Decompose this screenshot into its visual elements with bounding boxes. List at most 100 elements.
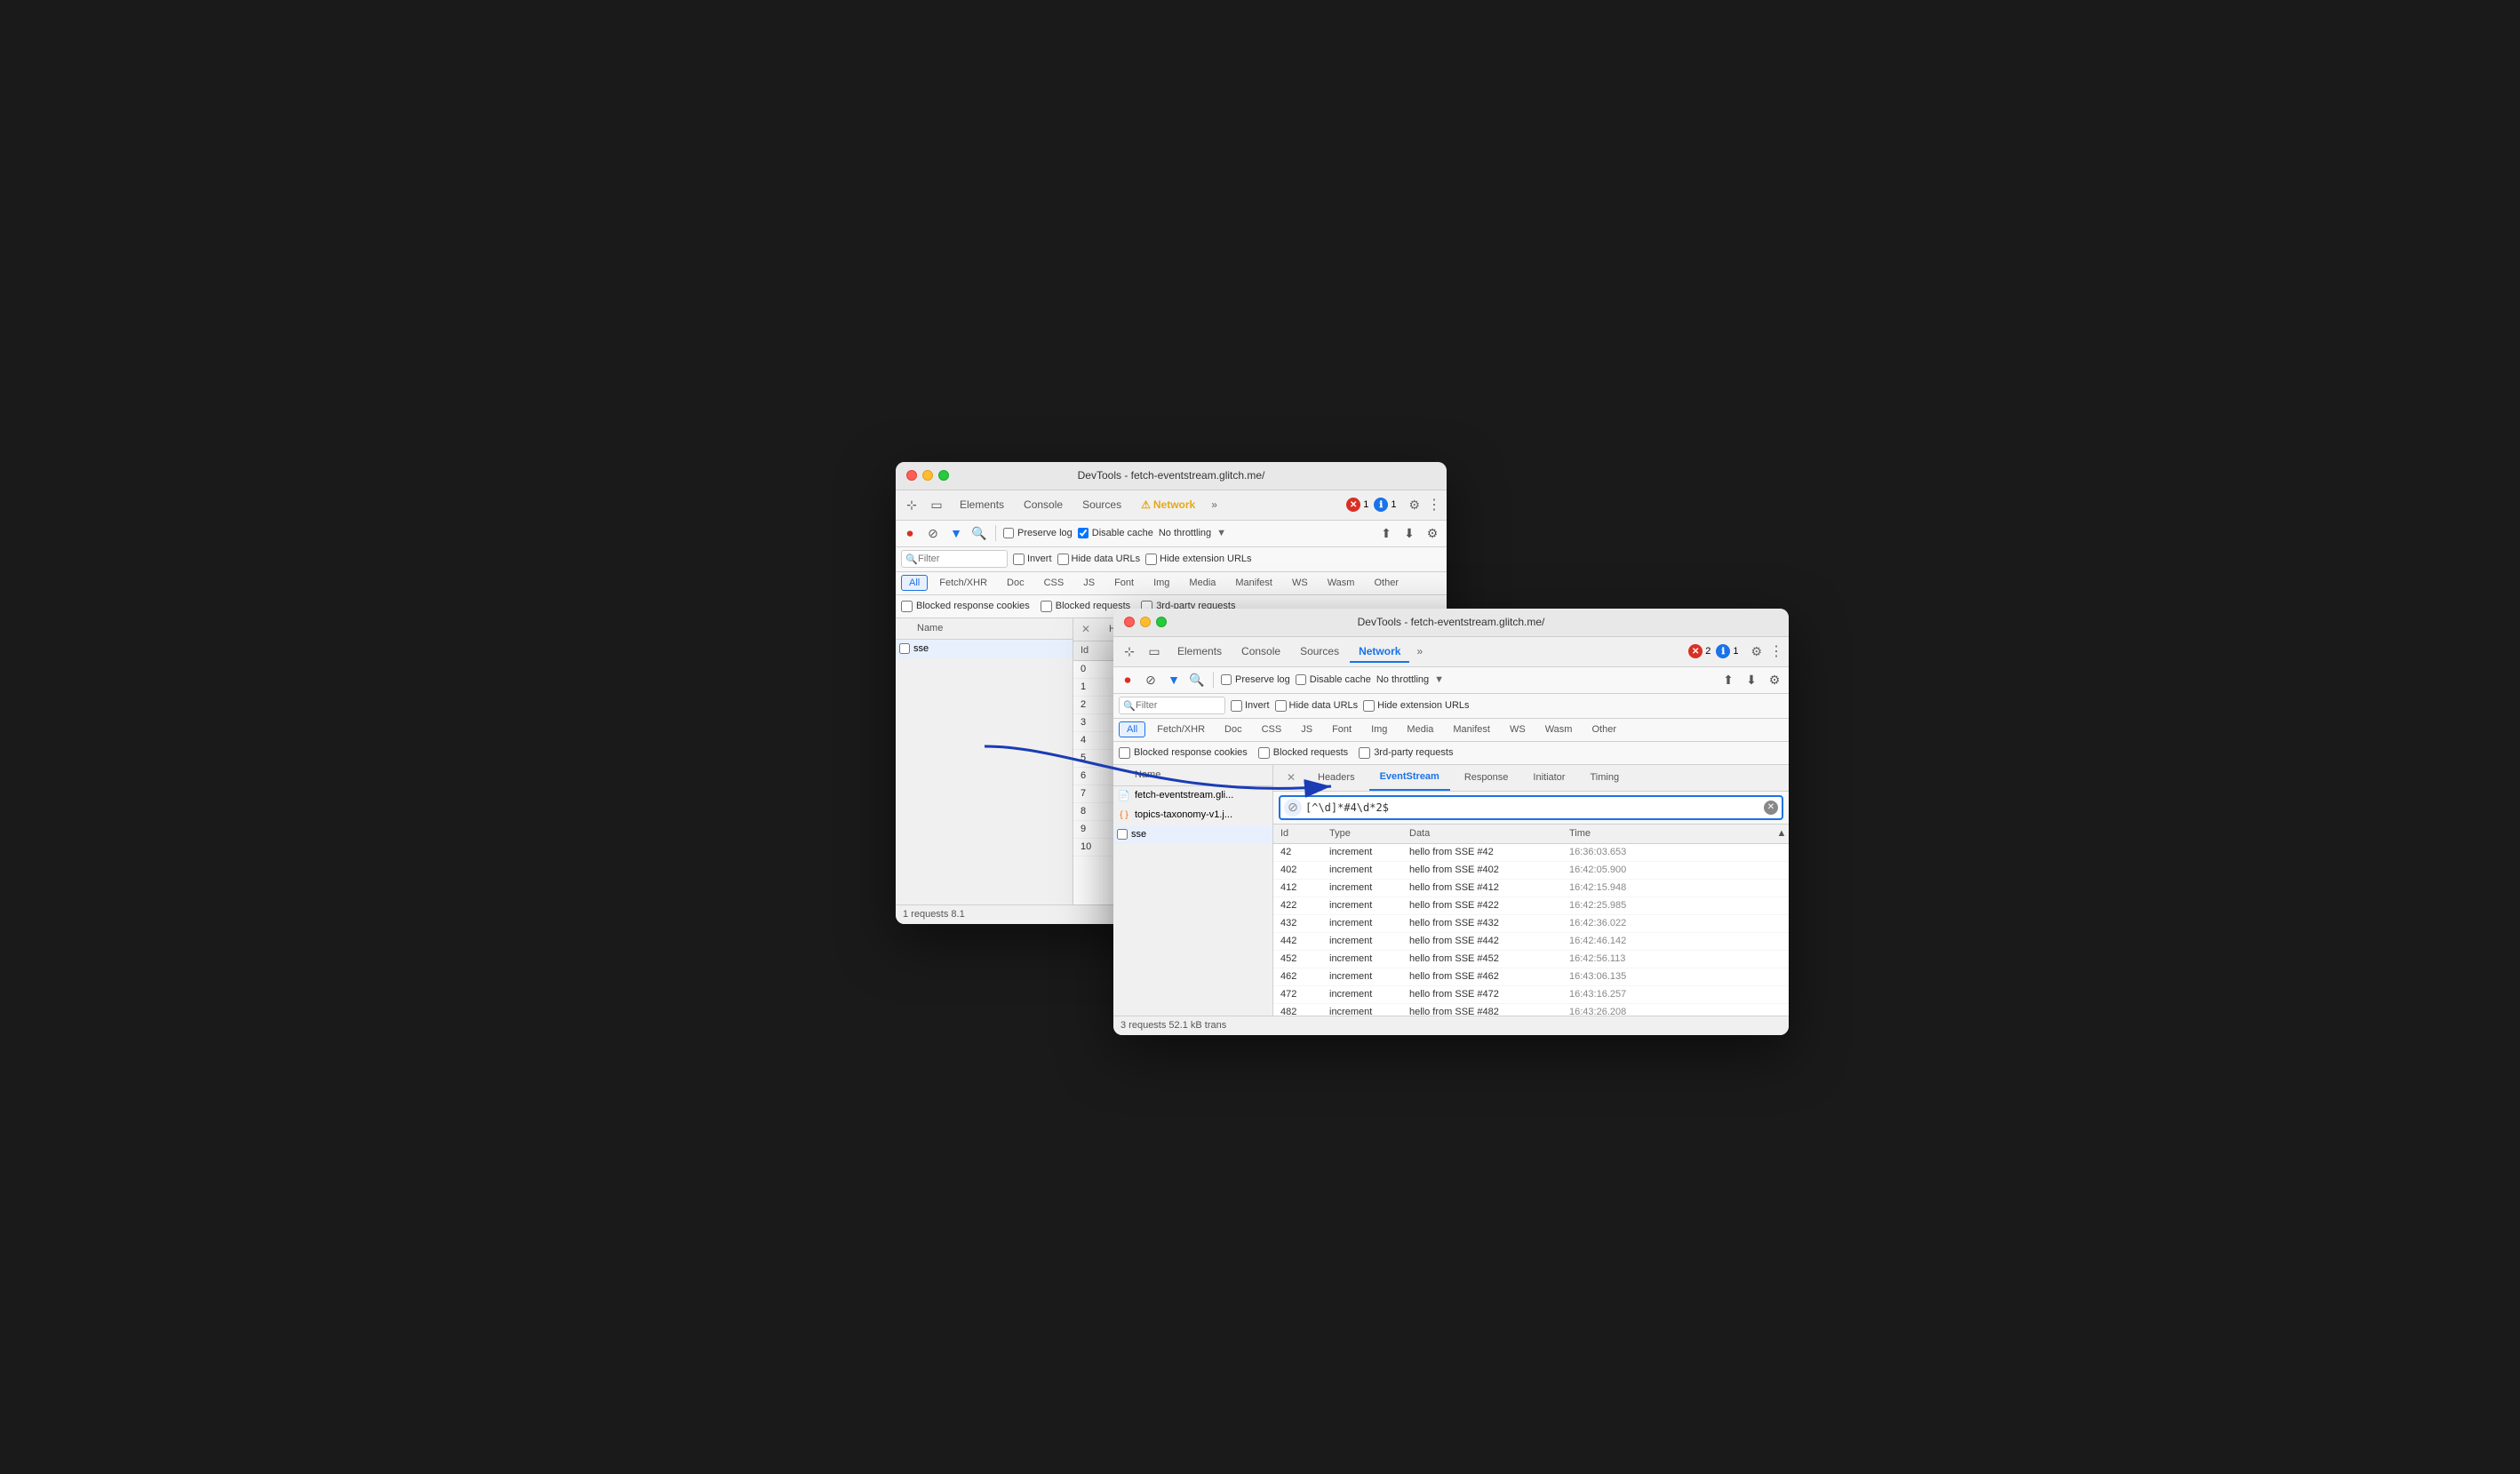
filter-icon-1[interactable]: ▼	[947, 524, 965, 542]
disable-cache-label-1[interactable]: Disable cache	[1078, 528, 1153, 538]
sse-checkbox-1[interactable]	[899, 643, 910, 654]
download-icon-2[interactable]: ⬇	[1742, 671, 1760, 689]
invert-checkbox-2[interactable]	[1231, 700, 1242, 712]
hide-ext-checkbox-2[interactable]	[1363, 700, 1375, 712]
panel-tab-eventstream-2[interactable]: EventStream	[1369, 765, 1450, 791]
type-img-2[interactable]: Img	[1363, 721, 1395, 737]
preserve-log-label-2[interactable]: Preserve log	[1221, 674, 1290, 685]
disable-cache-checkbox-2[interactable]	[1296, 674, 1306, 685]
blocked-cookies-1[interactable]: Blocked response cookies	[901, 601, 1030, 612]
type-other-2[interactable]: Other	[1583, 721, 1624, 737]
type-other-1[interactable]: Other	[1366, 575, 1407, 591]
sse-row-2[interactable]: 472 increment hello from SSE #472 16:43:…	[1273, 986, 1789, 1004]
minimize-button-1[interactable]	[922, 470, 933, 481]
throttle-select-2[interactable]: No throttling	[1376, 674, 1429, 685]
hide-ext-label-1[interactable]: Hide extension URLs	[1145, 554, 1251, 565]
type-js-2[interactable]: JS	[1293, 721, 1320, 737]
sse-row-2[interactable]: 432 increment hello from SSE #432 16:42:…	[1273, 915, 1789, 933]
filter-icon-2[interactable]: ▼	[1165, 671, 1183, 689]
tab-network-2[interactable]: Network	[1350, 641, 1409, 661]
maximize-button-2[interactable]	[1156, 617, 1167, 627]
regex-clear-button[interactable]: ✕	[1764, 801, 1778, 815]
type-wasm-1[interactable]: Wasm	[1320, 575, 1363, 591]
hide-data-checkbox-2[interactable]	[1275, 700, 1287, 712]
throttle-arrow-2[interactable]: ▼	[1434, 674, 1444, 685]
type-ws-2[interactable]: WS	[1502, 721, 1534, 737]
panel-tab-response-2[interactable]: Response	[1454, 765, 1519, 791]
type-css-1[interactable]: CSS	[1036, 575, 1073, 591]
panel-close-1[interactable]: ✕	[1079, 622, 1093, 636]
type-all-2[interactable]: All	[1119, 721, 1145, 737]
hide-ext-checkbox-1[interactable]	[1145, 554, 1157, 565]
type-css-2[interactable]: CSS	[1254, 721, 1290, 737]
settings-icon-tb-1[interactable]: ⚙	[1423, 524, 1441, 542]
type-doc-2[interactable]: Doc	[1216, 721, 1250, 737]
disable-cache-checkbox-1[interactable]	[1078, 528, 1089, 538]
disable-cache-label-2[interactable]: Disable cache	[1296, 674, 1371, 685]
type-font-1[interactable]: Font	[1106, 575, 1142, 591]
stop-icon-2[interactable]: ⏺	[1119, 671, 1136, 689]
tab-sources-1[interactable]: Sources	[1073, 495, 1130, 514]
type-all-1[interactable]: All	[901, 575, 928, 591]
type-img-1[interactable]: Img	[1145, 575, 1177, 591]
blocked-requests-2[interactable]: Blocked requests	[1258, 747, 1348, 759]
more-tabs-1[interactable]: »	[1206, 498, 1223, 511]
hide-ext-label-2[interactable]: Hide extension URLs	[1363, 700, 1469, 712]
panel-tab-timing-2[interactable]: Timing	[1579, 765, 1630, 791]
type-js-1[interactable]: JS	[1075, 575, 1103, 591]
sse-row-2[interactable]: 452 increment hello from SSE #452 16:42:…	[1273, 951, 1789, 968]
network-entry-sse[interactable]: sse	[1113, 825, 1272, 845]
tab-console-1[interactable]: Console	[1015, 495, 1072, 514]
more-options-icon-1[interactable]: ⋮	[1425, 496, 1441, 514]
type-doc-1[interactable]: Doc	[999, 575, 1033, 591]
tab-network-1[interactable]: ⚠ Network	[1132, 495, 1204, 514]
sse-row-2[interactable]: 482 increment hello from SSE #482 16:43:…	[1273, 1004, 1789, 1016]
type-wasm-2[interactable]: Wasm	[1537, 721, 1581, 737]
hide-data-label-2[interactable]: Hide data URLs	[1275, 700, 1359, 712]
minimize-button-2[interactable]	[1140, 617, 1151, 627]
search-icon-1[interactable]: 🔍	[970, 524, 988, 542]
network-entry-doc[interactable]: 📄 fetch-eventstream.gli...	[1113, 786, 1272, 806]
sse-checkbox-2[interactable]	[1117, 829, 1128, 840]
tab-elements-2[interactable]: Elements	[1168, 641, 1231, 661]
more-options-icon-2[interactable]: ⋮	[1767, 642, 1783, 660]
sse-row-2[interactable]: 402 increment hello from SSE #402 16:42:…	[1273, 862, 1789, 880]
panel-tab-initiator-2[interactable]: Initiator	[1522, 765, 1575, 791]
maximize-button-1[interactable]	[938, 470, 949, 481]
upload-icon-1[interactable]: ⬆	[1377, 524, 1395, 542]
close-button-2[interactable]	[1124, 617, 1135, 627]
settings-icon-1[interactable]: ⚙	[1405, 498, 1423, 513]
regex-icon[interactable]: ⊘	[1284, 799, 1302, 817]
close-button-1[interactable]	[906, 470, 917, 481]
hide-data-checkbox-1[interactable]	[1057, 554, 1069, 565]
invert-checkbox-1[interactable]	[1013, 554, 1025, 565]
settings-icon-2[interactable]: ⚙	[1747, 644, 1766, 659]
panel-close-2[interactable]: ✕	[1284, 770, 1298, 785]
device-icon-2[interactable]: ▭	[1144, 641, 1165, 662]
type-ws-1[interactable]: WS	[1284, 575, 1316, 591]
type-manifest-1[interactable]: Manifest	[1227, 575, 1280, 591]
hide-data-label-1[interactable]: Hide data URLs	[1057, 554, 1141, 565]
type-font-2[interactable]: Font	[1324, 721, 1360, 737]
preserve-log-checkbox-2[interactable]	[1221, 674, 1232, 685]
sse-row-2[interactable]: 412 increment hello from SSE #412 16:42:…	[1273, 880, 1789, 897]
stop-icon-1[interactable]: ⏺	[901, 524, 919, 542]
clear-icon-2[interactable]: ⊘	[1142, 671, 1160, 689]
search-icon-2[interactable]: 🔍	[1188, 671, 1206, 689]
settings-icon-tb-2[interactable]: ⚙	[1766, 671, 1783, 689]
invert-label-2[interactable]: Invert	[1231, 700, 1270, 712]
cursor-icon[interactable]: ⊹	[901, 494, 922, 515]
throttle-arrow-1[interactable]: ▼	[1216, 528, 1226, 538]
download-icon-1[interactable]: ⬇	[1400, 524, 1418, 542]
type-fetchxhr-1[interactable]: Fetch/XHR	[931, 575, 995, 591]
invert-label-1[interactable]: Invert	[1013, 554, 1052, 565]
throttle-select-1[interactable]: No throttling	[1159, 528, 1211, 538]
sse-row-2[interactable]: 42 increment hello from SSE #42 16:36:03…	[1273, 844, 1789, 862]
sse-row-2[interactable]: 442 increment hello from SSE #442 16:42:…	[1273, 933, 1789, 951]
clear-icon-1[interactable]: ⊘	[924, 524, 942, 542]
tab-sources-2[interactable]: Sources	[1291, 641, 1348, 661]
blocked-cookies-2[interactable]: Blocked response cookies	[1119, 747, 1248, 759]
upload-icon-2[interactable]: ⬆	[1719, 671, 1737, 689]
sort-icon[interactable]: ▲	[1774, 825, 1789, 843]
preserve-log-label-1[interactable]: Preserve log	[1003, 528, 1073, 538]
